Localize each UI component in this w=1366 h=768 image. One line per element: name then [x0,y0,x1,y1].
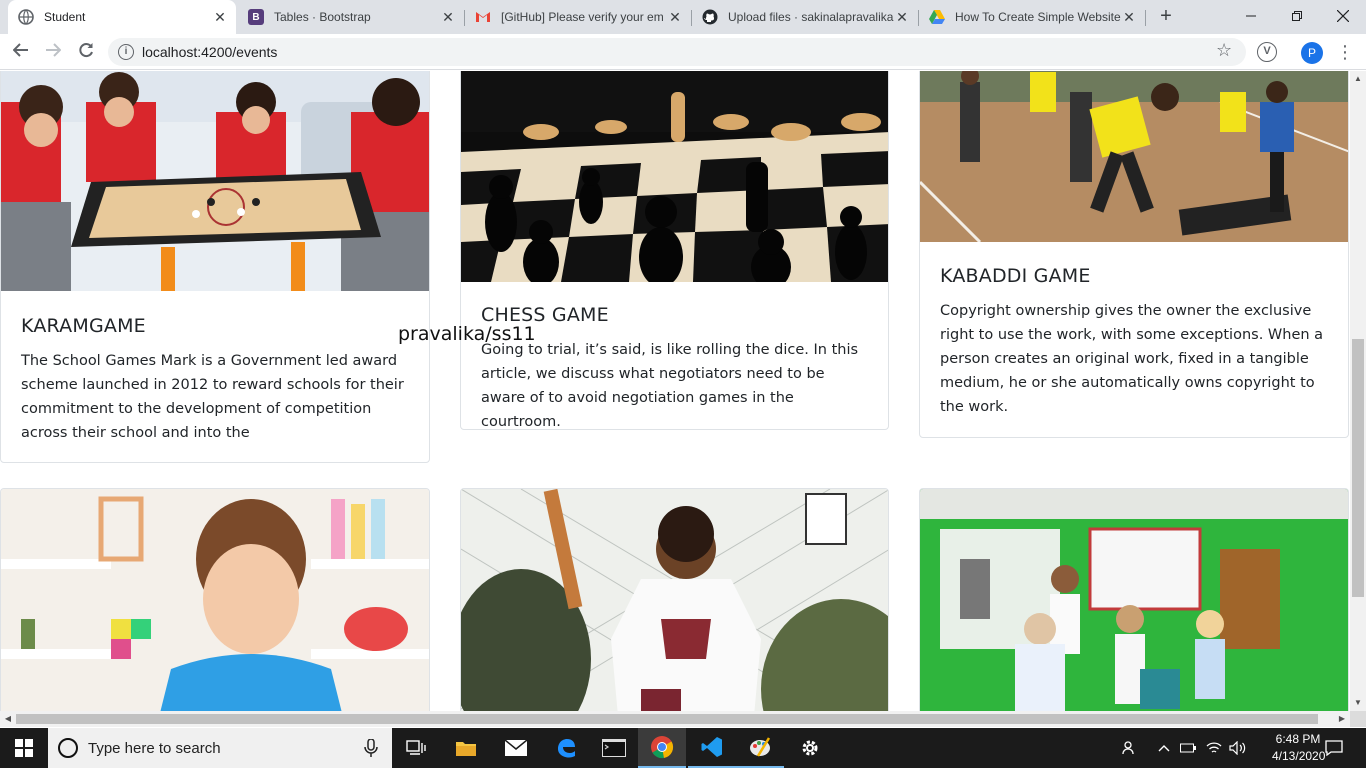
windows-taskbar: Type here to search 6:48 PM 4/13/2020 [0,728,1366,768]
clock-date: 4/13/2020 [1272,749,1326,763]
system-clock[interactable]: 6:48 PM 4/13/2020 [1272,731,1326,765]
taskbar-search[interactable]: Type here to search [48,728,392,768]
reload-button[interactable] [74,40,98,64]
tab-title: How To Create Simple Website [955,10,1121,24]
chrome-taskbar-icon[interactable] [638,728,686,768]
browser-toolbar: i localhost:4200/events ☆ V P ⋮ [0,34,1366,70]
address-bar[interactable]: i localhost:4200/events ☆ [108,38,1246,66]
wifi-icon[interactable] [1204,728,1224,768]
chrome-menu-icon[interactable]: ⋮ [1336,40,1354,64]
start-button[interactable] [0,728,48,768]
terminal-icon[interactable] [590,728,638,768]
search-placeholder[interactable]: Type here to search [88,740,364,757]
file-explorer-icon[interactable] [442,728,490,768]
card-title: KABADDI GAME [940,265,1091,287]
tab-title: Tables · Bootstrap [274,10,371,24]
kabaddi-match-image [920,71,1348,244]
card-title: KARAMGAME [21,315,146,337]
boy-cricket-image [461,489,888,711]
minimize-button[interactable] [1228,0,1274,32]
tab-title: Student [44,10,86,24]
scroll-thumb[interactable] [1352,339,1364,597]
scroll-right-arrow-icon[interactable]: ▶ [1334,711,1350,727]
url-text[interactable]: localhost:4200/events [142,44,277,60]
tab-title: Upload files · sakinalapravalika [728,10,894,24]
event-card: CHESS GAME Going to trial, it’s said, is… [460,71,889,430]
google-drive-icon [929,9,945,25]
tab-github-email[interactable]: [GitHub] Please verify your em ✕ [465,0,691,34]
close-tab-icon[interactable]: ✕ [1121,9,1137,25]
tab-separator [1145,10,1146,26]
bootstrap-icon: B [248,9,264,25]
vertical-scrollbar[interactable]: ▲ ▼ [1350,71,1366,711]
battery-icon[interactable] [1178,728,1198,768]
close-tab-icon[interactable]: ✕ [212,9,228,25]
overlay-label: pravalika/ss11 [398,323,536,345]
tab-student[interactable]: Student ✕ [8,0,236,34]
gmail-icon [475,9,491,25]
tab-create-website[interactable]: How To Create Simple Website ✕ [919,0,1145,34]
close-window-button[interactable] [1320,0,1366,32]
globe-icon [18,9,34,25]
extension-v-icon[interactable]: V [1257,42,1277,62]
paint-icon[interactable] [736,728,784,768]
scroll-up-arrow-icon[interactable]: ▲ [1350,71,1366,87]
new-tab-button[interactable]: + [1154,5,1178,29]
page-viewport: KARAMGAME The School Games Mark is a Gov… [0,71,1350,711]
mail-icon[interactable] [492,728,540,768]
forward-button[interactable] [41,40,65,64]
tab-strip: Student ✕ B Tables · Bootstrap ✕ [GitHub… [0,0,1366,34]
github-icon [702,9,718,25]
card-text: The School Games Mark is a Government le… [21,353,404,441]
scrollbar-corner [1350,711,1366,727]
windows-icon [15,739,33,757]
show-hidden-icons-chevron-icon[interactable] [1154,728,1174,768]
event-card [460,488,889,711]
event-card: KARAMGAME The School Games Mark is a Gov… [0,71,430,463]
card-body: KABADDI GAME Copyright ownership gives t… [940,265,1330,419]
card-text: Going to trial, it’s said, is like rolli… [481,342,859,430]
people-icon[interactable] [1118,728,1142,768]
scroll-down-arrow-icon[interactable]: ▼ [1350,695,1366,711]
boy-playing-image [1,489,429,711]
notifications-icon[interactable] [1320,728,1348,768]
scroll-left-arrow-icon[interactable]: ◀ [0,711,16,727]
event-card: KABADDI GAME Copyright ownership gives t… [919,71,1349,438]
bookmark-star-icon[interactable]: ☆ [1216,40,1232,61]
microphone-icon[interactable] [364,738,378,757]
chess-board-image [461,71,888,289]
close-tab-icon[interactable]: ✕ [894,9,910,25]
restore-button[interactable] [1274,0,1320,32]
children-playing-carrom-image [1,71,429,291]
kids-classroom-image [920,489,1348,711]
horizontal-scrollbar[interactable]: ◀ ▶ [0,711,1350,727]
close-tab-icon[interactable]: ✕ [440,9,456,25]
back-button[interactable] [9,40,33,64]
card-body: CHESS GAME Going to trial, it’s said, is… [481,304,870,430]
tab-tables-bootstrap[interactable]: B Tables · Bootstrap ✕ [238,0,464,34]
profile-avatar[interactable]: P [1301,42,1323,64]
card-body: KARAMGAME The School Games Mark is a Gov… [21,315,411,445]
task-view-icon[interactable] [392,728,440,768]
cortana-icon [58,738,78,758]
scroll-thumb[interactable] [16,714,1318,724]
card-text: Copyright ownership gives the owner the … [940,303,1324,415]
clock-time: 6:48 PM [1275,732,1321,746]
close-tab-icon[interactable]: ✕ [667,9,683,25]
volume-icon[interactable] [1228,728,1248,768]
card-title: CHESS GAME [481,304,609,326]
settings-gear-icon[interactable] [786,728,834,768]
event-card [0,488,430,711]
info-icon[interactable]: i [118,44,134,60]
tab-upload-files[interactable]: Upload files · sakinalapravalika ✕ [692,0,918,34]
tab-title: [GitHub] Please verify your em [501,10,664,24]
vscode-icon[interactable] [688,728,736,768]
event-card [919,488,1349,711]
edge-icon[interactable] [542,728,590,768]
